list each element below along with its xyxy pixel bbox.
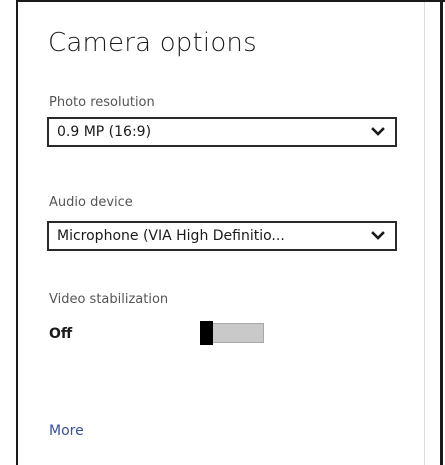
chevron-down-icon [371, 231, 385, 240]
photo-resolution-label: Photo resolution [49, 95, 155, 110]
video-stabilization-state: Off [49, 326, 73, 342]
video-stabilization-toggle[interactable] [200, 321, 266, 345]
video-stabilization-label: Video stabilization [49, 292, 169, 307]
toggle-thumb[interactable] [200, 321, 213, 345]
photo-resolution-dropdown[interactable]: 0.9 MP (16:9) [47, 117, 397, 147]
audio-device-dropdown[interactable]: Microphone (VIA High Definitio... [47, 221, 397, 251]
flyout-title: Camera options [48, 28, 257, 58]
more-link[interactable]: More [49, 423, 84, 439]
audio-device-value: Microphone (VIA High Definitio... [57, 228, 285, 244]
chevron-down-icon [371, 127, 385, 136]
camera-options-window: Camera options Photo resolution 0.9 MP (… [0, 0, 445, 465]
window-border-right [440, 0, 443, 465]
toggle-track [204, 323, 264, 343]
audio-device-label: Audio device [49, 195, 133, 210]
panel-divider [424, 2, 425, 465]
photo-resolution-value: 0.9 MP (16:9) [57, 124, 152, 140]
